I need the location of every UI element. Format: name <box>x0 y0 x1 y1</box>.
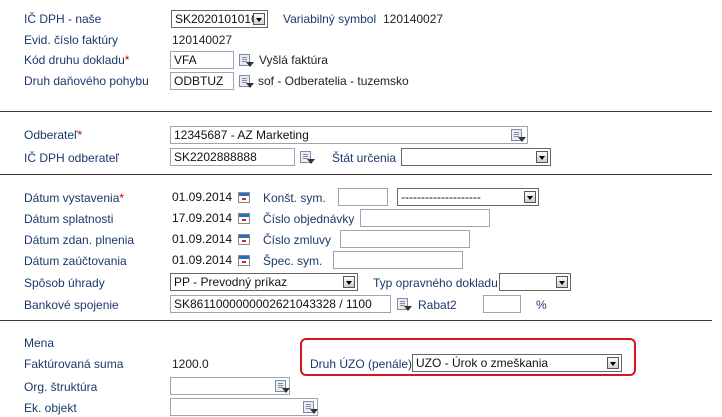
banka-label: Bankové spojenie <box>24 298 119 312</box>
kod-input[interactable]: VFA <box>170 51 234 69</box>
druh-label: Druh daňového pohybu <box>24 74 149 88</box>
ic-dph-odb-input[interactable]: SK2202888888 <box>170 148 295 166</box>
ic-dph-label: IČ DPH - naše <box>24 12 102 26</box>
zauct-input[interactable]: 01.09.2014 <box>170 252 234 270</box>
evid-value: 120140027 <box>172 33 233 47</box>
kod-desc: Vyšlá faktúra <box>259 53 328 67</box>
evid-label: Evid. číslo faktúry <box>24 33 119 47</box>
typ-select[interactable] <box>499 273 571 291</box>
ic-dph-odb-value: SK2202888888 <box>174 150 257 164</box>
objednavky-input[interactable] <box>360 209 490 227</box>
banka-value: SK8611000000002621043328 / 1100 <box>174 297 372 311</box>
typ-label: Typ opravného dokladu <box>373 276 498 290</box>
spec-input[interactable] <box>333 251 463 269</box>
ek-input[interactable] <box>170 398 318 416</box>
zdan-value: 01.09.2014 <box>172 232 233 246</box>
objednavky-label: Číslo objednávky <box>263 212 355 226</box>
chevron-down-icon[interactable] <box>536 151 548 163</box>
section-divider <box>0 111 712 112</box>
druh-desc: sof - Odberatelia - tuzemsko <box>258 74 409 88</box>
var-symbol-label: Variabilný symbol <box>283 12 377 26</box>
mena-label: Mena <box>24 336 55 350</box>
lookup-icon[interactable] <box>274 379 290 393</box>
kod-value: VFA <box>174 53 197 67</box>
lookup-icon[interactable] <box>238 53 254 67</box>
ic-dph-select[interactable]: SK2020101010 <box>171 10 268 28</box>
uhrady-value: PP - Prevodný príkaz <box>174 275 288 289</box>
zmluvy-input[interactable] <box>340 230 470 248</box>
zdan-label: Dátum zdan. plnenia <box>24 233 135 247</box>
required-mark: * <box>77 128 83 142</box>
splatnosti-value: 17.09.2014 <box>172 211 233 225</box>
splatnosti-input[interactable]: 17.09.2014 <box>170 210 234 228</box>
org-label: Org. štruktúra <box>24 380 98 394</box>
chevron-down-icon[interactable] <box>607 357 619 369</box>
uzo-select[interactable]: UZO - Úrok o zmeškania <box>412 354 622 372</box>
section-divider <box>0 174 712 175</box>
zdan-input[interactable]: 01.09.2014 <box>170 231 234 249</box>
calendar-icon[interactable] <box>238 213 250 224</box>
konst-select[interactable]: -------------------- <box>397 188 539 206</box>
druh-value: ODBTUZ <box>174 74 224 88</box>
splatnosti-label: Dátum splatnosti <box>24 212 114 226</box>
rabat-label: Rabat2 <box>418 298 457 312</box>
invoice-form: IČ DPH - naše SK2020101010 Variabilný sy… <box>0 0 722 417</box>
lookup-icon[interactable] <box>299 150 315 164</box>
chevron-down-icon[interactable] <box>343 276 355 288</box>
ek-label: Ek. objekt <box>24 401 77 415</box>
zauct-value: 01.09.2014 <box>172 253 233 267</box>
calendar-icon[interactable] <box>238 234 250 245</box>
lookup-icon[interactable] <box>510 128 526 142</box>
chevron-down-icon[interactable] <box>556 276 568 288</box>
var-symbol-value: 120140027 <box>383 12 444 26</box>
konst-label: Konšt. sym. <box>263 191 326 205</box>
stat-label: Štát určenia <box>332 151 397 165</box>
druh-input[interactable]: ODBTUZ <box>170 72 234 90</box>
stat-select[interactable] <box>401 148 551 166</box>
ic-dph-odb-label: IČ DPH odberateľ <box>24 151 119 165</box>
calendar-icon[interactable] <box>238 255 250 266</box>
ic-dph-value: SK2020101010 <box>175 12 258 26</box>
suma-label: Faktúrovaná suma <box>24 357 124 371</box>
odberatel-label: Odberateľ* <box>24 128 83 142</box>
lookup-icon[interactable] <box>238 74 254 88</box>
kod-label: Kód druhu dokladu* <box>24 53 130 67</box>
uzo-label: Druh ÚZO (penále) <box>310 357 413 371</box>
odberatel-value: 12345687 - AZ Marketing <box>174 128 309 142</box>
uhrady-label: Spôsob úhrady <box>24 276 105 290</box>
vystavenia-label: Dátum vystavenia* <box>24 191 125 205</box>
chevron-down-icon[interactable] <box>524 191 536 203</box>
banka-input[interactable]: SK8611000000002621043328 / 1100 <box>170 295 391 313</box>
zauct-label: Dátum zaúčtovania <box>24 254 127 268</box>
konst-input[interactable] <box>338 188 388 206</box>
rabat-input[interactable] <box>483 295 521 313</box>
konst-select-value: -------------------- <box>401 190 481 204</box>
org-input[interactable] <box>170 377 290 395</box>
section-divider <box>0 320 712 321</box>
suma-value: 1200.0 <box>172 357 209 371</box>
lookup-icon[interactable] <box>396 297 412 311</box>
lookup-icon[interactable] <box>302 400 318 414</box>
odberatel-input[interactable]: 12345687 - AZ Marketing <box>170 126 528 144</box>
chevron-down-icon[interactable] <box>253 13 265 25</box>
calendar-icon[interactable] <box>238 192 250 203</box>
vystavenia-value: 01.09.2014 <box>172 190 233 204</box>
vystavenia-input[interactable]: 01.09.2014 <box>170 189 234 207</box>
uhrady-select[interactable]: PP - Prevodný príkaz <box>170 273 358 291</box>
uzo-value: UZO - Úrok o zmeškania <box>416 356 549 370</box>
required-mark: * <box>119 191 125 205</box>
zmluvy-label: Číslo zmluvy <box>263 233 332 247</box>
required-mark: * <box>124 53 130 67</box>
rabat-unit: % <box>536 298 547 312</box>
spec-label: Špec. sym. <box>263 254 323 268</box>
